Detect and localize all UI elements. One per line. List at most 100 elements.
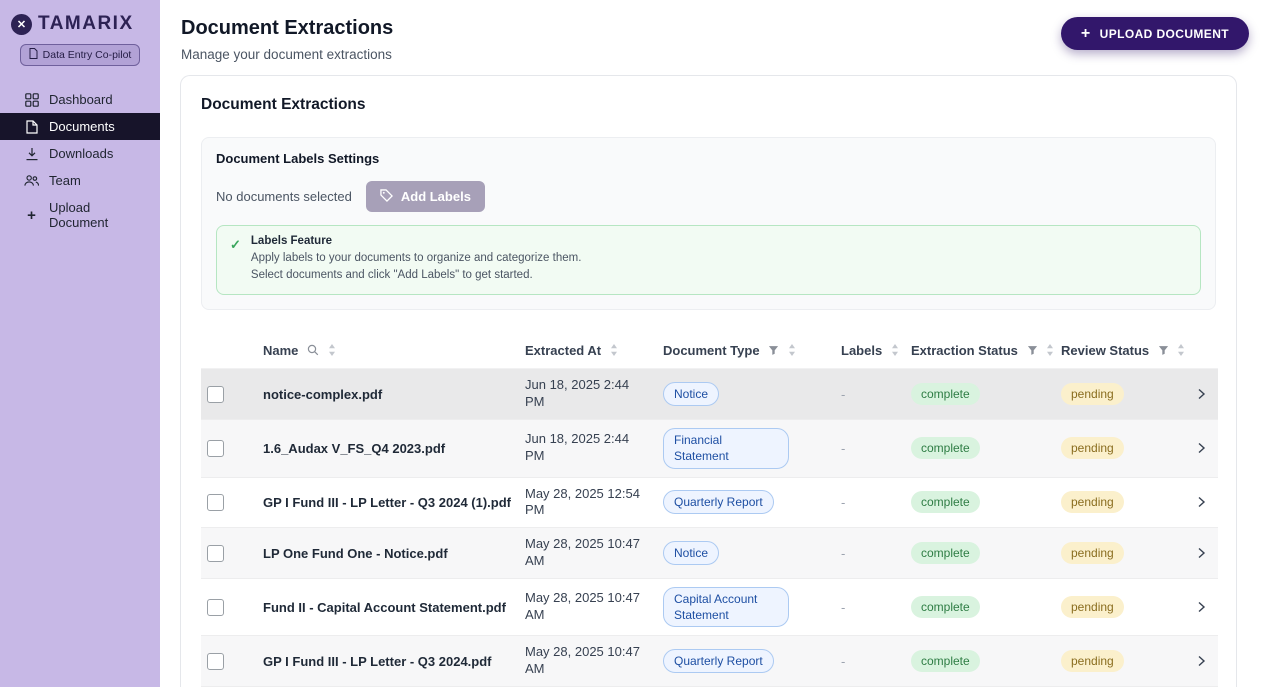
chevron-right-icon[interactable] [1193,600,1212,614]
sidebar-item-documents[interactable]: Documents [0,113,160,140]
labels-value: - [841,440,846,456]
table-row[interactable]: GP I Fund III - LP Letter - Q3 2024.pdf … [201,635,1218,687]
upload-document-button[interactable]: + UPLOAD DOCUMENT [1060,17,1249,50]
column-header-labels[interactable]: Labels [835,334,905,370]
sort-icon[interactable] [610,344,618,359]
labels-value: - [841,494,846,510]
filter-icon[interactable] [1027,344,1038,359]
filter-icon[interactable] [768,344,779,359]
extracted-at: May 28, 2025 10:47 AM [525,644,640,677]
extracted-at: May 28, 2025 10:47 AM [525,590,640,623]
extracted-at: Jun 18, 2025 2:44 PM [525,377,630,410]
labels-settings-row: No documents selected Add Labels [216,181,1201,212]
extracted-at: May 28, 2025 12:54 PM [525,485,640,518]
upload-document-button-label: UPLOAD DOCUMENT [1099,26,1229,41]
document-type-badge: Quarterly Report [663,490,774,515]
document-name: 1.6_Audax V_FS_Q4 2023.pdf [263,440,446,456]
column-header-extraction-status[interactable]: Extraction Status [905,334,1055,370]
alert-content: Labels Feature Apply labels to your docu… [251,235,582,283]
table-row[interactable]: notice-complex.pdf Jun 18, 2025 2:44 PM … [201,368,1218,420]
download-icon [24,147,39,161]
table-row[interactable]: GP I Fund III - LP Letter - Q3 2024 (1).… [201,477,1218,528]
chevron-right-icon[interactable] [1193,387,1212,401]
extraction-status-badge: complete [911,437,980,460]
table-row[interactable]: LP One Fund One - Notice.pdf May 28, 202… [201,527,1218,579]
extracted-at: Jun 18, 2025 2:44 PM [525,431,630,464]
chevron-right-icon[interactable] [1193,441,1212,455]
row-checkbox[interactable] [207,493,224,511]
tamarix-logo-icon: ✕ [11,13,32,35]
row-checkbox[interactable] [207,439,224,457]
column-header-name[interactable]: Name [257,334,519,370]
document-type-badge: Notice [663,541,720,566]
plus-icon: + [27,206,36,224]
selection-status-text: No documents selected [216,189,352,204]
add-labels-button-label: Add Labels [400,189,471,204]
chevron-right-icon[interactable] [1193,495,1212,509]
row-checkbox[interactable] [207,652,224,670]
review-status-badge: pending [1061,383,1124,406]
sidebar-item-downloads[interactable]: Downloads [0,140,160,167]
page-header-text: Document Extractions Manage your documen… [181,17,393,62]
sort-icon[interactable] [328,344,336,359]
app-root: ✕ TAMARIX Data Entry Co-pilot Dashboard … [0,0,1265,687]
copilot-badge-label: Data Entry Co-pilot [42,49,132,61]
alert-line-1: Apply labels to your documents to organi… [250,252,582,264]
document-type-badge: Notice [663,382,720,407]
chevron-right-icon[interactable] [1193,546,1212,560]
review-status-badge: pending [1061,437,1124,460]
filter-icon[interactable] [1158,344,1169,359]
dashboard-icon [24,92,39,107]
add-labels-button[interactable]: Add Labels [365,181,485,212]
table-row[interactable]: 1.6_Audax V_FS_Q4 2023.pdf Jun 18, 2025 … [201,419,1218,477]
document-type-badge: Capital Account Statement [663,587,789,628]
sidebar-item-label: Team [49,173,81,188]
sidebar-item-label: Documents [49,119,115,134]
card-title: Document Extractions [201,96,366,113]
row-checkbox[interactable] [207,598,224,616]
review-status-badge: pending [1061,542,1124,565]
alert-line-2: Select documents and click "Add Labels" … [250,268,533,281]
document-name: notice-complex.pdf [263,386,383,402]
extraction-status-badge: complete [911,650,980,673]
document-name: Fund II - Capital Account Statement.pdf [263,599,506,615]
document-icon [29,48,38,62]
sort-icon[interactable] [1177,344,1185,359]
sort-icon[interactable] [891,344,899,359]
review-status-badge: pending [1061,491,1124,514]
sidebar: ✕ TAMARIX Data Entry Co-pilot Dashboard … [0,0,160,687]
tag-icon [380,188,393,205]
document-type-badge: Quarterly Report [663,649,774,674]
table-row[interactable]: Fund II - Capital Account Statement.pdf … [201,579,1218,636]
logo-text: TAMARIX [38,13,134,34]
labels-value: - [841,653,846,669]
column-header-document-type[interactable]: Document Type [657,334,835,370]
row-checkbox[interactable] [207,385,224,403]
document-extractions-card: Document Extractions Document Labels Set… [180,75,1237,687]
row-checkbox[interactable] [207,544,224,562]
chevron-right-icon[interactable] [1193,654,1212,668]
search-icon[interactable] [307,344,319,359]
review-status-badge: pending [1061,650,1124,673]
sort-icon[interactable] [788,344,796,359]
document-name: LP One Fund One - Notice.pdf [263,545,448,561]
logo: ✕ TAMARIX [0,0,160,41]
extraction-status-badge: complete [911,542,980,565]
page-header: Document Extractions Manage your documen… [160,0,1265,75]
alert-title: Labels Feature [250,235,333,247]
labels-feature-alert: ✓ Labels Feature Apply labels to your do… [216,225,1201,296]
labels-value: - [841,386,846,402]
sidebar-item-upload-document[interactable]: + Upload Document [0,194,160,236]
document-name: GP I Fund III - LP Letter - Q3 2024 (1).… [263,494,512,510]
labels-value: - [841,545,846,561]
column-header-extracted-at[interactable]: Extracted At [519,334,657,370]
sidebar-item-dashboard[interactable]: Dashboard [0,86,160,113]
documents-icon [24,119,39,134]
document-labels-settings-panel: Document Labels Settings No documents se… [201,137,1216,311]
page-title: Document Extractions [181,17,394,39]
document-name: GP I Fund III - LP Letter - Q3 2024.pdf [263,653,492,669]
column-header-review-status[interactable]: Review Status [1055,334,1187,370]
sort-icon[interactable] [1046,344,1054,359]
table-header-row: Name Extracted At Document Type Labels E… [201,334,1218,370]
sidebar-item-team[interactable]: Team [0,167,160,194]
